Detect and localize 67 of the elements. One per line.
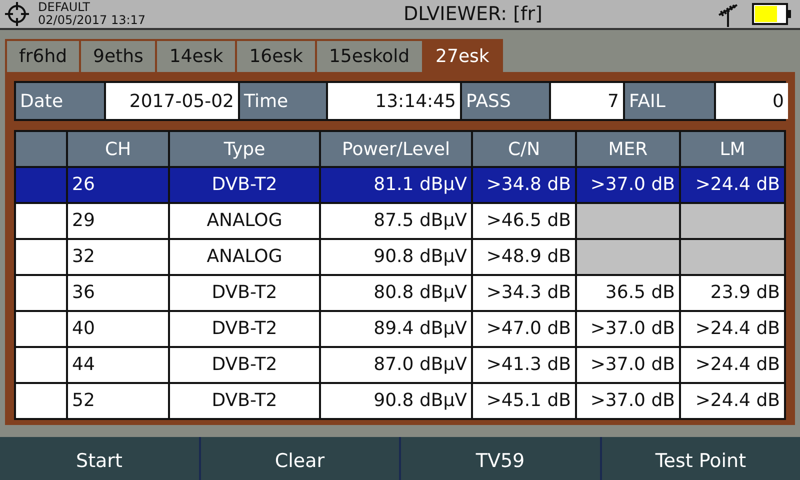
table-cell: >24.4 dB bbox=[681, 312, 784, 346]
tab[interactable]: 27esk bbox=[422, 39, 504, 72]
column-header: C/N bbox=[473, 132, 575, 166]
table-cell: 36.5 dB bbox=[577, 276, 679, 310]
table-cell: 52 bbox=[68, 384, 168, 418]
table-cell: 80.8 dBµV bbox=[321, 276, 471, 310]
table-cell: >24.4 dB bbox=[681, 384, 784, 418]
table-row[interactable]: 52 DVB-T2 90.8 dBµV >45.1 dB >37.0 dB >24.4 dB bbox=[16, 384, 784, 418]
table-cell: DVB-T2 bbox=[170, 168, 319, 202]
table-cell: 90.8 dBµV bbox=[321, 384, 471, 418]
table-row[interactable]: 44 DVB-T2 87.0 dBµV >41.3 dB >37.0 dB >24.4 dB bbox=[16, 348, 784, 382]
table-cell: >24.4 dB bbox=[681, 168, 784, 202]
window-title: DLVIEWER: [fr] bbox=[402, 3, 544, 25]
table-cell: 40 bbox=[68, 312, 168, 346]
table-cell: 81.1 dBµV bbox=[321, 168, 471, 202]
table-cell: 26 bbox=[68, 168, 168, 202]
summary-label: PASS bbox=[462, 83, 549, 119]
table-cell: >46.5 dB bbox=[473, 204, 575, 238]
column-header: LM bbox=[681, 132, 784, 166]
table-cell: >37.0 dB bbox=[577, 384, 679, 418]
table-cell: >37.0 dB bbox=[577, 348, 679, 382]
table-cell: >45.1 dB bbox=[473, 384, 575, 418]
table-row[interactable]: 40 DVB-T2 89.4 dBµV >47.0 dB >37.0 dB >24.4 dB bbox=[16, 312, 784, 346]
summary-value: 0 bbox=[716, 83, 788, 119]
table-cell: 32 bbox=[68, 240, 168, 274]
table-row[interactable]: 36 DVB-T2 80.8 dBµV >34.3 dB 36.5 dB 23.9 dB bbox=[16, 276, 784, 310]
table-cell: >34.8 dB bbox=[473, 168, 575, 202]
table-cell: >24.4 dB bbox=[681, 348, 784, 382]
table-cell: 44 bbox=[68, 348, 168, 382]
table-cell: 29 bbox=[68, 204, 168, 238]
column-header: CH bbox=[68, 132, 168, 166]
table-cell: >34.3 dB bbox=[473, 276, 575, 310]
tab[interactable]: fr6hd bbox=[5, 39, 82, 72]
table-cell: 36 bbox=[68, 276, 168, 310]
column-header: Power/Level bbox=[321, 132, 471, 166]
table-cell: >37.0 dB bbox=[577, 312, 679, 346]
table-row[interactable]: 32 ANALOG 90.8 dBµV >48.9 dB bbox=[16, 240, 784, 274]
table-cell: 87.0 dBµV bbox=[321, 348, 471, 382]
table-cell: ANALOG bbox=[170, 240, 319, 274]
profile-name: DEFAULT bbox=[38, 1, 91, 14]
table-cell: >48.9 dB bbox=[473, 240, 575, 274]
table-row[interactable]: 29 ANALOG 87.5 dBµV >46.5 dB bbox=[16, 204, 784, 238]
summary-label: Time bbox=[240, 83, 326, 119]
table-cell: >41.3 dB bbox=[473, 348, 575, 382]
table-row[interactable]: 26 DVB-T2 81.1 dBµV >34.8 dB >37.0 dB >24.4 dB bbox=[16, 168, 784, 202]
summary-value: 7 bbox=[551, 83, 623, 119]
summary-label: FAIL bbox=[625, 83, 714, 119]
table-cell: DVB-T2 bbox=[170, 276, 319, 310]
table-cell: 87.5 dBµV bbox=[321, 204, 471, 238]
crosshair-icon bbox=[4, 1, 30, 27]
table-cell: 23.9 dB bbox=[681, 276, 784, 310]
column-header: Type bbox=[170, 132, 319, 166]
table-cell: >47.0 dB bbox=[473, 312, 575, 346]
table-cell: DVB-T2 bbox=[170, 348, 319, 382]
table-cell: ANALOG bbox=[170, 204, 319, 238]
battery-icon bbox=[752, 3, 792, 25]
status-datetime: 02/05/2017 13:17 bbox=[38, 14, 147, 27]
header-cell bbox=[16, 132, 66, 166]
column-header: MER bbox=[577, 132, 679, 166]
summary-label: Date bbox=[16, 83, 104, 119]
summary-value: 2017-05-02 bbox=[106, 83, 238, 119]
table-cell: 89.4 dBµV bbox=[321, 312, 471, 346]
summary-value: 13:14:45 bbox=[328, 83, 460, 119]
table-cell: >37.0 dB bbox=[577, 168, 679, 202]
table-cell: DVB-T2 bbox=[170, 312, 319, 346]
table-cell: 90.8 dBµV bbox=[321, 240, 471, 274]
table-cell: DVB-T2 bbox=[170, 384, 319, 418]
